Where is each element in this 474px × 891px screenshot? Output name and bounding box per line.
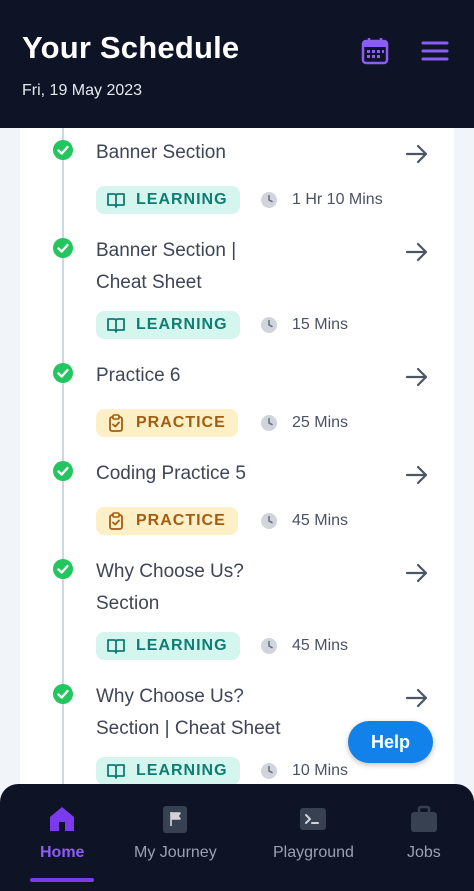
calendar-icon[interactable]: [360, 36, 390, 66]
learning-tag: LEARNING: [96, 186, 240, 214]
clipboard-check-icon: [109, 512, 123, 530]
briefcase-icon: [410, 805, 437, 832]
clock-icon: [261, 415, 277, 431]
clock-icon: [261, 317, 277, 333]
schedule-date: Fri, 19 May 2023: [22, 82, 143, 99]
clock-icon: [261, 763, 277, 779]
arrow-right-icon[interactable]: [404, 239, 430, 265]
hamburger-menu-icon[interactable]: [420, 36, 450, 66]
item-title: Coding Practice 5: [96, 463, 246, 484]
practice-tag: PRACTICE: [96, 507, 238, 535]
nav-item-playground[interactable]: Playground: [273, 804, 354, 862]
item-title: Banner Section: [96, 142, 226, 163]
practice-tag: PRACTICE: [96, 409, 238, 437]
book-icon: [107, 764, 125, 779]
arrow-right-icon[interactable]: [404, 364, 430, 390]
check-circle-icon: [53, 238, 73, 258]
duration: 15 Mins: [260, 316, 348, 334]
terminal-icon: [300, 808, 327, 830]
check-circle-icon: [53, 461, 73, 481]
arrow-right-icon[interactable]: [404, 141, 430, 167]
clock-icon: [261, 192, 277, 208]
duration: 45 Mins: [260, 512, 348, 530]
page-title: Your Schedule: [22, 30, 240, 65]
arrow-right-icon[interactable]: [404, 462, 430, 488]
arrow-right-icon[interactable]: [404, 560, 430, 586]
schedule-list: Banner Section LEARNING 1 Hr 10 Mins Ban…: [20, 128, 454, 788]
flag-icon: [163, 806, 188, 833]
clock-icon: [261, 638, 277, 654]
item-title: Banner Section | Cheat Sheet: [96, 240, 237, 293]
duration: 10 Mins: [260, 762, 348, 780]
app-header: Your Schedule Fri, 19 May 2023: [0, 0, 474, 128]
bottom-nav: Home My Journey Playground Jobs: [0, 784, 474, 891]
book-icon: [107, 318, 125, 333]
item-title: Practice 6: [96, 365, 181, 386]
duration: 45 Mins: [260, 637, 348, 655]
clipboard-check-icon: [109, 414, 123, 432]
home-icon: [50, 807, 75, 831]
book-icon: [107, 193, 125, 208]
learning-tag: LEARNING: [96, 632, 240, 660]
book-icon: [107, 639, 125, 654]
check-circle-icon: [53, 559, 73, 579]
duration: 25 Mins: [260, 414, 348, 432]
duration: 1 Hr 10 Mins: [260, 191, 383, 209]
arrow-right-icon[interactable]: [404, 685, 430, 711]
check-circle-icon: [53, 140, 73, 160]
check-circle-icon: [53, 684, 73, 704]
clock-icon: [261, 513, 277, 529]
nav-item-jobs[interactable]: Jobs: [407, 804, 441, 862]
learning-tag: LEARNING: [96, 757, 240, 785]
item-title: Why Choose Us? Section | Cheat Sheet: [96, 686, 281, 739]
check-circle-icon: [53, 363, 73, 383]
help-button[interactable]: Help: [348, 721, 433, 763]
active-tab-indicator: [30, 878, 94, 882]
nav-item-home[interactable]: Home: [40, 804, 84, 862]
item-title: Why Choose Us? Section: [96, 561, 244, 614]
nav-item-my-journey[interactable]: My Journey: [134, 804, 217, 862]
learning-tag: LEARNING: [96, 311, 240, 339]
